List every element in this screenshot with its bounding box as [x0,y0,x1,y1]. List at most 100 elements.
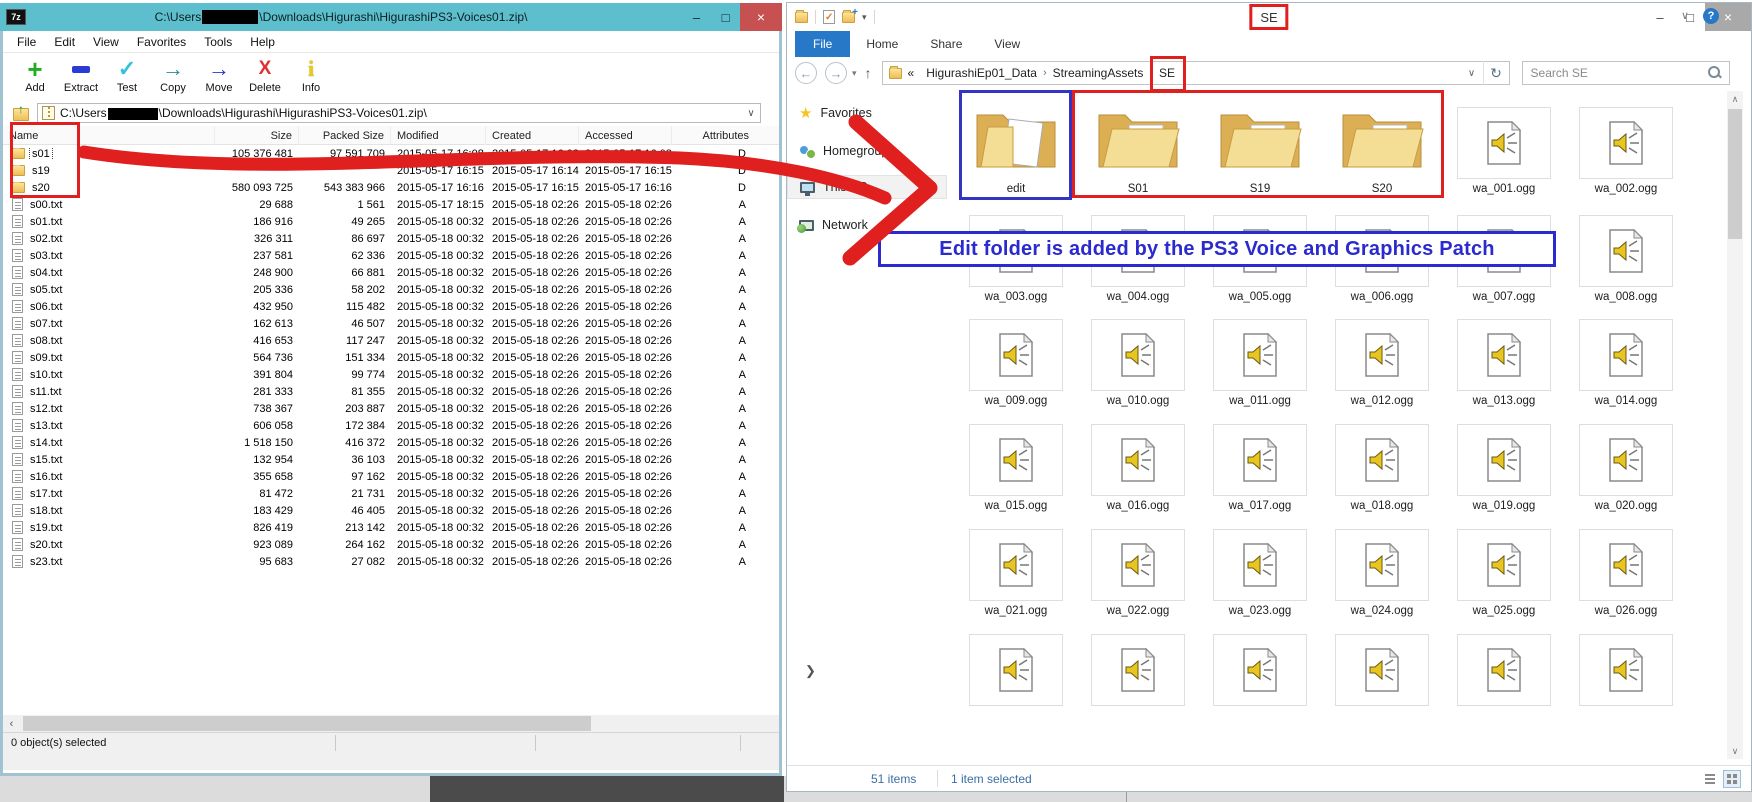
table-row[interactable]: s05.txt205 33658 2022015-05-18 00:322015… [3,281,779,298]
up-one-level-icon[interactable]: ↑ [11,105,31,121]
file-tile[interactable] [1457,424,1551,496]
table-row[interactable]: s04.txt248 90066 8812015-05-18 00:322015… [3,264,779,281]
menu-item-edit[interactable]: Edit [54,35,75,49]
table-row[interactable]: s09.txt564 736151 3342015-05-18 00:32201… [3,349,779,366]
sevenzip-titlebar[interactable]: 7z C:\Users\Downloads\Higurashi\Higurash… [0,3,782,31]
table-row[interactable]: s13.txt606 058172 3842015-05-18 00:32201… [3,417,779,434]
details-view-icon[interactable] [1701,770,1719,788]
table-row[interactable]: s192015-05-17 16:152015-05-17 16:142015-… [3,162,779,179]
horizontal-scrollbar[interactable]: ‹ [3,715,779,732]
table-row[interactable]: s01.txt186 91649 2652015-05-18 00:322015… [3,213,779,230]
file-tile[interactable] [1091,215,1185,287]
folder-tile-icon[interactable] [1095,101,1181,175]
toolbar-button-copy[interactable]: →Copy [153,54,193,100]
toolbar-button-add[interactable]: +Add [15,54,55,100]
file-tile[interactable] [1457,529,1551,601]
scroll-left-arrow-icon[interactable]: ‹ [3,715,20,732]
scrollbar-thumb[interactable] [1728,109,1742,239]
file-tile[interactable] [1335,319,1429,391]
file-tile[interactable] [969,529,1063,601]
table-row[interactable]: s10.txt391 80499 7742015-05-18 00:322015… [3,366,779,383]
folder-tile-icon[interactable] [1217,101,1303,175]
text-file-icon [12,317,23,330]
maximize-button[interactable]: □ [711,3,740,31]
thumbnail-view-icon[interactable] [1723,770,1741,788]
column-header-size[interactable]: Size [215,126,299,145]
file-name: s13.txt [28,420,64,432]
file-tile[interactable] [1091,634,1185,706]
archive-path-combobox[interactable]: C:\Users\Downloads\Higurashi\HigurashiPS… [37,103,761,123]
toolbar-button-move[interactable]: →Move [199,54,239,100]
scroll-up-arrow-icon[interactable]: ∧ [1727,91,1743,107]
folder-tile-icon[interactable] [1339,101,1425,175]
file-tile[interactable] [1579,424,1673,496]
file-tile[interactable] [1213,634,1307,706]
file-tile[interactable] [1579,634,1673,706]
file-tile[interactable] [969,634,1063,706]
menu-item-tools[interactable]: Tools [204,35,232,49]
file-tile[interactable] [1579,107,1673,179]
file-tile[interactable] [1457,215,1551,287]
toolbar-button-info[interactable]: iInfo [291,54,331,100]
toolbar-button-test[interactable]: ✓Test [107,54,147,100]
file-tile[interactable] [1335,634,1429,706]
folder-tile-icon[interactable] [973,101,1059,175]
table-row[interactable]: s11.txt281 33381 3552015-05-18 00:322015… [3,383,779,400]
name-cell: s03.txt [3,249,215,262]
file-tile[interactable] [969,424,1063,496]
column-header-modified[interactable]: Modified [391,126,486,145]
menu-item-help[interactable]: Help [250,35,275,49]
table-row[interactable]: s01105 376 48197 591 7092015-05-17 16:08… [3,145,779,162]
column-header-attributes[interactable]: Attributes [672,126,779,145]
menu-item-view[interactable]: View [93,35,119,49]
column-header-name[interactable]: Name [3,126,215,145]
table-row[interactable]: s03.txt237 58162 3362015-05-18 00:322015… [3,247,779,264]
table-row[interactable]: s15.txt132 95436 1032015-05-18 00:322015… [3,451,779,468]
table-row[interactable]: s12.txt738 367203 8872015-05-18 00:32201… [3,400,779,417]
toolbar-button-extract[interactable]: Extract [61,54,101,100]
file-tile[interactable] [1335,215,1429,287]
file-tile[interactable] [1579,215,1673,287]
file-tile[interactable] [1091,529,1185,601]
table-row[interactable]: s23.txt95 68327 0822015-05-18 00:322015-… [3,553,779,570]
menu-item-file[interactable]: File [17,35,36,49]
vertical-scrollbar[interactable]: ∧ ∨ [1727,91,1743,759]
file-tile[interactable] [969,215,1063,287]
table-row[interactable]: s17.txt81 47221 7312015-05-18 00:322015-… [3,485,779,502]
toolbar-button-delete[interactable]: XDelete [245,54,285,100]
table-row[interactable]: s19.txt826 419213 1422015-05-18 00:32201… [3,519,779,536]
table-row[interactable]: s08.txt416 653117 2472015-05-18 00:32201… [3,332,779,349]
table-row[interactable]: s02.txt326 31186 6972015-05-18 00:322015… [3,230,779,247]
column-header-accessed[interactable]: Accessed [579,126,672,145]
file-tile[interactable] [1091,424,1185,496]
table-row[interactable]: s18.txt183 42946 4052015-05-18 00:322015… [3,502,779,519]
column-header-created[interactable]: Created [486,126,579,145]
file-tile[interactable] [1335,424,1429,496]
file-tile[interactable] [1213,424,1307,496]
table-row[interactable]: s20580 093 725543 383 9662015-05-17 16:1… [3,179,779,196]
file-tile[interactable] [1335,529,1429,601]
close-button[interactable]: × [740,3,782,31]
chevron-down-icon[interactable]: ∨ [742,108,760,119]
file-tile[interactable] [1579,529,1673,601]
minimize-button[interactable]: – [682,3,711,31]
file-tile[interactable] [1213,215,1307,287]
table-row[interactable]: s20.txt923 089264 1622015-05-18 00:32201… [3,536,779,553]
table-row[interactable]: s16.txt355 65897 1622015-05-18 00:322015… [3,468,779,485]
file-tile[interactable] [1213,319,1307,391]
table-row[interactable]: s14.txt1 518 150416 3722015-05-18 00:322… [3,434,779,451]
file-tile[interactable] [1457,319,1551,391]
table-row[interactable]: s07.txt162 61346 5072015-05-18 00:322015… [3,315,779,332]
file-tile[interactable] [1457,107,1551,179]
table-row[interactable]: s06.txt432 950115 4822015-05-18 00:32201… [3,298,779,315]
column-header-packed-size[interactable]: Packed Size [299,126,391,145]
file-tile[interactable] [1213,529,1307,601]
scrollbar-thumb[interactable] [23,716,591,731]
file-tile[interactable] [1457,634,1551,706]
file-tile[interactable] [1091,319,1185,391]
menu-item-favorites[interactable]: Favorites [137,35,186,49]
table-row[interactable]: s00.txt29 6881 5612015-05-17 18:152015-0… [3,196,779,213]
file-tile[interactable] [969,319,1063,391]
file-tile[interactable] [1579,319,1673,391]
scroll-down-arrow-icon[interactable]: ∨ [1727,743,1743,759]
